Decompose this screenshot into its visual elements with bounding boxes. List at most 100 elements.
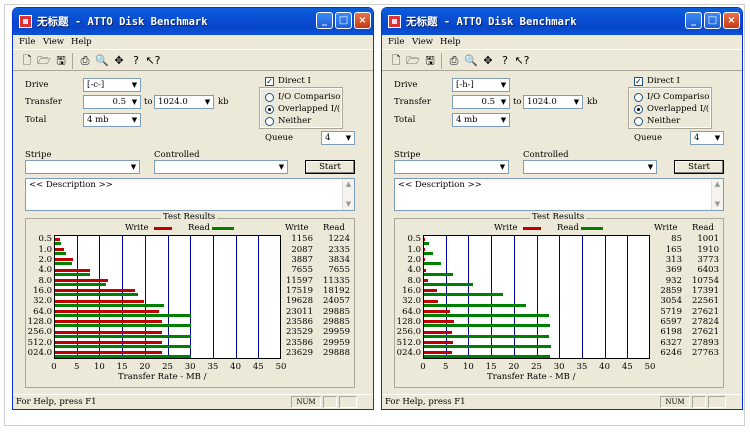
write-bar [55,237,61,241]
description-scrollbar[interactable]: ▲ ▼ [711,179,723,210]
maximize-button[interactable]: □ [335,12,352,29]
write-value-label: 165 [665,244,682,255]
y-tick-label: 256.0 [27,327,52,338]
y-tick-label: 024.0 [396,347,421,358]
title-bar[interactable]: 无标题 - ATTO Disk Benchmark _ □ × [382,8,742,35]
queue-label: Queue [265,133,293,143]
x-tick-label: 10 [93,362,105,372]
new-document-icon[interactable]: 🗋 [388,53,404,69]
x-tick-label: 5 [73,362,80,372]
io-comparison-label: I/O Comparisor [647,92,710,102]
close-button[interactable]: × [723,12,740,29]
y-tick-label: 2.0 [38,254,52,265]
total-label: Total [25,115,47,125]
read-bar [424,283,473,286]
direct-io-checkbox[interactable]: ✓ [634,77,643,86]
chevron-down-icon: ▼ [497,161,508,173]
transfer-to-select[interactable]: 1024.0 ▼ [523,95,583,109]
stripe-select[interactable]: ▼ [25,160,140,174]
scroll-up-icon[interactable]: ▲ [713,180,722,189]
write-value-label: 19628 [285,296,313,307]
scroll-down-icon[interactable]: ▼ [713,200,722,209]
print-icon[interactable]: ⎙ [77,53,93,69]
y-tick-label: 16.0 [33,285,52,296]
move-icon[interactable]: ✥ [480,53,496,69]
app-icon [19,15,32,28]
y-tick-label: 128.0 [396,316,421,327]
write-bar [55,320,163,324]
x-tick-label: 0 [51,362,57,372]
write-value-label: 6246 [660,347,682,358]
transfer-from-select[interactable]: 0.5 ▼ [452,95,510,109]
status-blank-cell [339,396,357,408]
scroll-down-icon[interactable]: ▼ [344,200,353,209]
queue-select[interactable]: 4 ▼ [690,131,724,145]
stripe-select[interactable]: ▼ [394,160,509,174]
description-box[interactable]: << Description >> ▲ ▼ [25,178,355,211]
about-icon[interactable]: ? [497,53,513,69]
open-folder-icon[interactable]: 🗁 [36,53,52,69]
total-select[interactable]: 4 mb ▼ [83,113,141,127]
transfer-to-select[interactable]: 1024.0 ▼ [154,95,214,109]
menu-file[interactable]: File [19,37,35,47]
neither-radio[interactable] [265,117,274,126]
start-button[interactable]: Start [305,160,355,174]
x-tick-label: 30 [184,362,196,372]
write-value-label: 3054 [660,296,682,307]
drive-select[interactable]: [-h-] ▼ [452,78,510,92]
context-help-icon[interactable]: ↖? [145,53,161,69]
read-value-label: 29888 [322,347,350,358]
print-icon[interactable]: ⎙ [446,53,462,69]
controlled-select[interactable]: ▼ [523,160,657,174]
transfer-from-select[interactable]: 0.5 ▼ [83,95,141,109]
overlapped-io-radio[interactable] [265,105,274,114]
write-value-label: 6597 [660,316,682,327]
io-comparison-radio[interactable] [634,93,643,102]
save-icon[interactable]: 🖫 [53,53,69,69]
neither-label: Neither [647,116,681,126]
io-comparison-radio[interactable] [265,93,274,102]
app-icon [388,15,401,28]
close-button[interactable]: × [354,12,371,29]
controlled-label: Controlled [523,150,569,160]
read-bar [55,262,73,266]
y-tick-label: 4.0 [407,265,421,276]
queue-select[interactable]: 4 ▼ [321,131,355,145]
description-box[interactable]: << Description >> ▲ ▼ [394,178,724,211]
x-tick-label: 0 [420,362,426,372]
about-icon[interactable]: ? [128,53,144,69]
print-preview-icon[interactable]: 🔍 [463,53,479,69]
start-button[interactable]: Start [674,160,724,174]
print-preview-icon[interactable]: 🔍 [94,53,110,69]
minimize-button[interactable]: _ [316,12,333,29]
toolbar-separator [441,53,442,69]
menu-view[interactable]: View [412,37,433,47]
menu-file[interactable]: File [388,37,404,47]
maximize-button[interactable]: □ [704,12,721,29]
drive-select[interactable]: [-c-] ▼ [83,78,141,92]
write-legend-label: Write [125,223,149,233]
controlled-select[interactable]: ▼ [154,160,288,174]
write-bar [424,330,453,334]
menu-view[interactable]: View [43,37,64,47]
scroll-up-icon[interactable]: ▲ [344,180,353,189]
overlapped-io-radio[interactable] [634,105,643,114]
total-select[interactable]: 4 mb ▼ [452,113,510,127]
menu-help[interactable]: Help [440,37,461,47]
title-bar[interactable]: 无标题 - ATTO Disk Benchmark _ □ × [13,8,373,35]
read-value-label: 1001 [697,234,719,245]
save-icon[interactable]: 🖫 [422,53,438,69]
read-bar [424,324,551,328]
context-help-icon[interactable]: ↖? [514,53,530,69]
new-document-icon[interactable]: 🗋 [19,53,35,69]
status-text: For Help, press F1 [385,397,466,407]
menu-help[interactable]: Help [71,37,92,47]
x-tick-label: 35 [207,362,219,372]
neither-radio[interactable] [634,117,643,126]
direct-io-checkbox[interactable]: ✓ [265,77,274,86]
open-folder-icon[interactable]: 🗁 [405,53,421,69]
move-icon[interactable]: ✥ [111,53,127,69]
description-scrollbar[interactable]: ▲ ▼ [342,179,354,210]
read-bar [55,283,107,286]
minimize-button[interactable]: _ [685,12,702,29]
